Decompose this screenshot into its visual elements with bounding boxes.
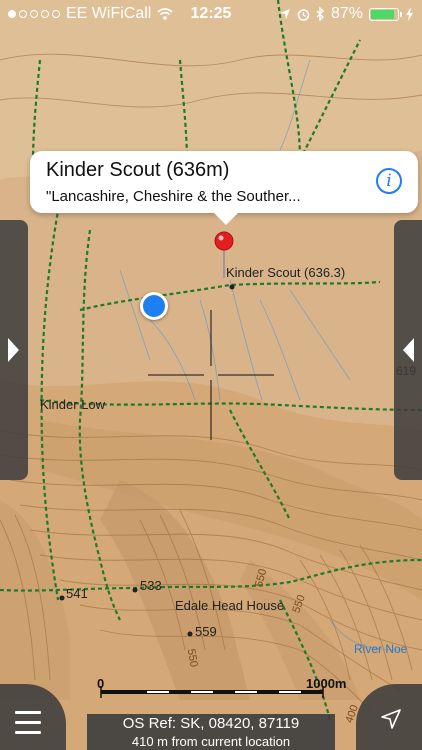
location-info-bar: OS Ref: SK, 08420, 87119 410 m from curr… bbox=[87, 714, 335, 750]
scale-bar-end-label: 1000m bbox=[306, 676, 347, 691]
callout-subtitle: "Lancashire, Cheshire & the Souther... bbox=[46, 188, 301, 205]
right-panel-tab[interactable] bbox=[394, 220, 422, 480]
callout-title: Kinder Scout (636m) bbox=[46, 159, 230, 181]
status-bar: EE WiFiCall 12:25 87% bbox=[0, 0, 422, 30]
chevron-left-icon bbox=[403, 338, 414, 362]
distance-from-location: 410 m from current location bbox=[131, 734, 291, 749]
spot-height-559: 559 bbox=[195, 624, 217, 639]
bluetooth-icon bbox=[316, 7, 324, 21]
info-icon[interactable]: i bbox=[376, 168, 402, 194]
charging-bolt-icon bbox=[406, 7, 413, 21]
river-noe-label: River Noe bbox=[354, 642, 408, 656]
edale-head-house-label: Edale Head House bbox=[175, 598, 285, 613]
scale-bar-start-label: 0 bbox=[97, 676, 105, 691]
battery-percent: 87% bbox=[330, 5, 363, 22]
alarm-icon bbox=[297, 8, 310, 21]
spot-height-533: 533 bbox=[140, 578, 162, 593]
spot-height-541: 541 bbox=[66, 586, 88, 601]
navigation-arrow-icon bbox=[381, 709, 401, 729]
battery-icon bbox=[369, 7, 402, 21]
location-arrow-icon bbox=[279, 9, 290, 19]
chevron-right-icon bbox=[8, 338, 19, 362]
place-callout[interactable]: Kinder Scout (636m) "Lancashire, Cheshir… bbox=[30, 151, 418, 225]
kinder-low-label: Kinder Low bbox=[40, 397, 106, 412]
current-location-marker bbox=[140, 292, 168, 320]
summit-label: Kinder Scout (636.3) bbox=[226, 265, 346, 280]
hamburger-icon bbox=[15, 711, 41, 741]
os-reference: OS Ref: SK, 08420, 87119 bbox=[122, 715, 300, 732]
left-panel-tab[interactable] bbox=[0, 220, 28, 480]
red-pin-icon[interactable] bbox=[212, 228, 238, 280]
